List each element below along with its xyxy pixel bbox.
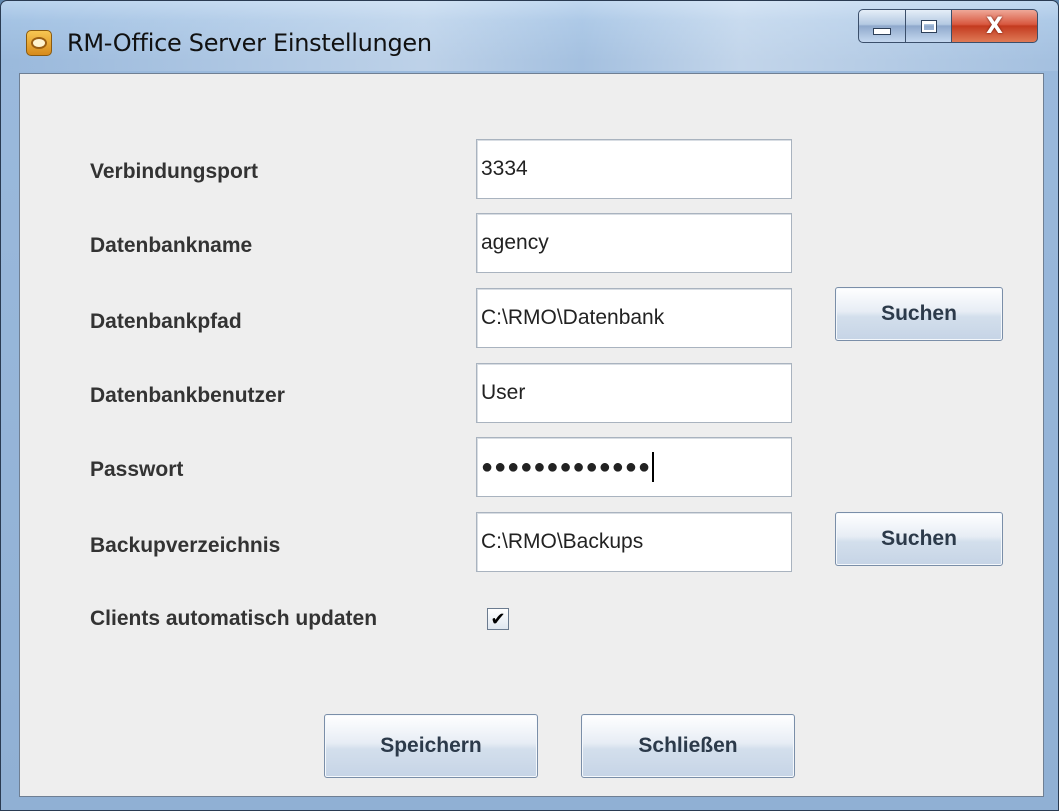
port-input[interactable]: 3334 — [476, 139, 792, 199]
title-bar[interactable]: RM-Office Server Einstellungen X — [1, 1, 1058, 79]
backup-label: Backupverzeichnis — [90, 534, 281, 557]
text-caret — [652, 452, 655, 483]
close-window-button[interactable]: X — [952, 9, 1038, 43]
window-title: RM-Office Server Einstellungen — [67, 29, 432, 57]
autoupdate-checkbox[interactable]: ✔ — [487, 608, 509, 630]
dbpath-label: Datenbankpfad — [90, 310, 242, 333]
minimize-button[interactable] — [858, 9, 906, 43]
autoupdate-label: Clients automatisch updaten — [90, 607, 378, 630]
close-icon: X — [986, 13, 1003, 39]
maximize-icon — [920, 19, 937, 33]
password-label: Passwort — [90, 458, 184, 481]
rm-office-app-icon[interactable] — [26, 30, 52, 56]
dbpath-browse-button[interactable]: Suchen — [835, 287, 1003, 341]
minimize-icon — [873, 27, 891, 35]
save-button[interactable]: Speichern — [324, 714, 538, 778]
backup-input[interactable]: C:\RMO\Backups — [476, 512, 792, 572]
password-masked-text: ●●●●●●●●●●●●● — [481, 456, 652, 478]
port-label: Verbindungsport — [90, 160, 258, 183]
backup-browse-button[interactable]: Suchen — [835, 512, 1003, 566]
dbname-label: Datenbankname — [90, 234, 253, 257]
dbpath-input[interactable]: C:\RMO\Datenbank — [476, 288, 792, 348]
settings-panel: Verbindungsport 3334 Datenbankname agenc… — [19, 73, 1044, 797]
close-button[interactable]: Schließen — [581, 714, 795, 778]
dbuser-input[interactable]: User — [476, 363, 792, 423]
dbname-input[interactable]: agency — [476, 213, 792, 273]
dbuser-label: Datenbankbenutzer — [90, 384, 285, 407]
password-input[interactable]: ●●●●●●●●●●●●● — [476, 437, 792, 497]
checkmark-icon: ✔ — [490, 608, 506, 630]
maximize-button[interactable] — [906, 9, 952, 43]
window-controls: X — [858, 9, 1038, 45]
settings-window: RM-Office Server Einstellungen X Verbind… — [0, 0, 1059, 811]
